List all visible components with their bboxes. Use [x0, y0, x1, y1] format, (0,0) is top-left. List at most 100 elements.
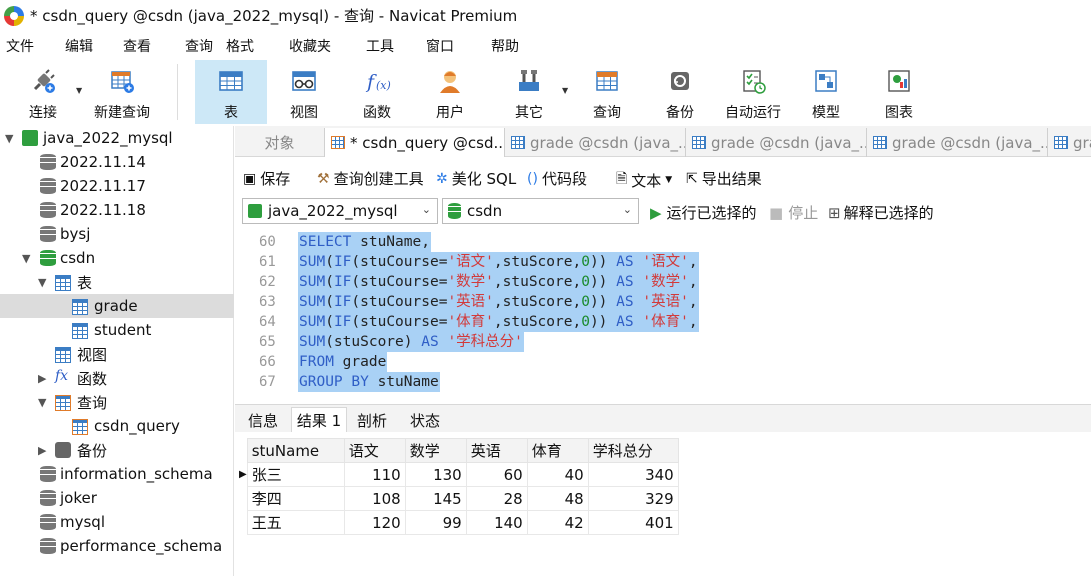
tree-item-db[interactable]: joker — [0, 486, 234, 510]
database-select[interactable]: csdn ⌄ — [442, 198, 639, 224]
tree-item-db[interactable]: 2022.11.14 — [0, 150, 234, 174]
menu-tools[interactable]: 工具 — [366, 36, 394, 56]
save-button[interactable]: ▣ 保存 — [243, 168, 290, 189]
table-cell[interactable]: 340 — [587, 462, 679, 487]
column-header[interactable]: 数学 — [404, 438, 467, 463]
export-result-button[interactable]: ⇱ 导出结果 — [686, 168, 762, 189]
other-button[interactable]: 其它 — [497, 60, 561, 124]
chevron-right-icon[interactable]: ▶ — [38, 444, 46, 457]
table-cell[interactable]: 145 — [404, 486, 467, 511]
menu-favorites[interactable]: 收藏夹 — [289, 36, 331, 56]
backup-button[interactable]: 备份 — [650, 60, 710, 124]
table-row[interactable]: 李四 108 145 28 48 329 — [239, 486, 679, 511]
chevron-down-icon[interactable]: ▼ — [5, 132, 13, 145]
menu-format[interactable]: 格式 — [226, 36, 254, 56]
tab-grade-2[interactable]: grade @csdn (java_... — [686, 128, 867, 157]
table-cell[interactable]: 108 — [343, 486, 406, 511]
tree-item-table-grade[interactable]: grade — [0, 294, 234, 318]
table-button[interactable]: 表 — [195, 60, 267, 124]
table-cell[interactable]: 99 — [404, 510, 467, 535]
chevron-down-icon[interactable]: ▼ — [22, 252, 30, 265]
table-cell[interactable]: 王五 — [246, 510, 345, 535]
tree-item-db-csdn[interactable]: ▼ csdn — [0, 246, 234, 270]
tree-item-db[interactable]: 2022.11.17 — [0, 174, 234, 198]
menu-query[interactable]: 查询 — [185, 36, 213, 56]
table-cell[interactable]: 48 — [526, 486, 589, 511]
connect-button[interactable]: 连接 — [14, 60, 72, 124]
table-cell[interactable]: 401 — [587, 510, 679, 535]
table-cell[interactable]: 42 — [526, 510, 589, 535]
tree-item-tables[interactable]: ▼ 表 — [0, 270, 234, 294]
chevron-down-icon[interactable]: ▼ — [38, 396, 46, 409]
menu-help[interactable]: 帮助 — [491, 36, 519, 56]
model-button[interactable]: 模型 — [797, 60, 855, 124]
menu-file[interactable]: 文件 — [6, 36, 34, 56]
tree-item-table-student[interactable]: student — [0, 318, 234, 342]
menu-view[interactable]: 查看 — [123, 36, 151, 56]
column-header[interactable]: 体育 — [526, 438, 589, 463]
column-header[interactable]: stuName — [246, 438, 345, 463]
beautify-sql-button[interactable]: ✲ 美化 SQL — [436, 168, 516, 189]
tree-item-db[interactable]: bysj — [0, 222, 234, 246]
tree-item-db[interactable]: 2022.11.18 — [0, 198, 234, 222]
tab-csdn-query[interactable]: * csdn_query @csd... — [325, 128, 505, 157]
tab-grade-3[interactable]: grade @csdn (java_... — [867, 128, 1048, 157]
query-builder-label: 查询创建工具 — [333, 170, 424, 188]
table-row[interactable]: 王五 120 99 140 42 401 — [239, 510, 679, 535]
connection-select[interactable]: java_2022_mysql ⌄ — [242, 198, 438, 224]
tab-grade-4[interactable]: gra — [1048, 128, 1091, 157]
code-snippet-button[interactable]: () 代码段 — [527, 168, 587, 189]
chart-button[interactable]: 图表 — [870, 60, 928, 124]
sql-editor[interactable]: 60 SELECT stuName, 61 SUM(IF(stuCourse='… — [235, 232, 1091, 402]
beautify-sql-label: 美化 SQL — [451, 170, 517, 188]
function-button[interactable]: f (x) 函数 — [345, 60, 409, 124]
tree-item-views[interactable]: 视图 — [0, 342, 234, 366]
tree-item-db[interactable]: performance_schema — [0, 534, 234, 558]
view-button[interactable]: 视图 — [272, 60, 336, 124]
other-dropdown-icon[interactable]: ▼ — [562, 86, 568, 95]
table-cell[interactable]: 120 — [343, 510, 406, 535]
automation-button[interactable]: 自动运行 — [720, 60, 786, 124]
connect-dropdown-icon[interactable]: ▼ — [76, 86, 82, 95]
text-button[interactable]: 🗎 文本 ▼ — [616, 168, 672, 192]
tree-item-query-csdn[interactable]: csdn_query — [0, 414, 234, 438]
explain-selected-button[interactable]: ⊞ 解释已选择的 — [828, 202, 934, 223]
stop-button[interactable]: ■ 停止 — [769, 202, 818, 223]
tab-objects[interactable]: 对象 — [235, 128, 325, 157]
tree-item-functions[interactable]: ▶ fx 函数 — [0, 366, 234, 390]
query-builder-button[interactable]: ⚒ 查询创建工具 — [317, 168, 424, 189]
table-cell[interactable]: 李四 — [246, 486, 345, 511]
table-cell[interactable]: 60 — [465, 462, 528, 487]
menu-window[interactable]: 窗口 — [426, 36, 454, 56]
query-button[interactable]: 查询 — [576, 60, 638, 124]
table-icon — [72, 323, 88, 339]
tree-item-db[interactable]: information_schema — [0, 462, 234, 486]
tab-profile[interactable]: 剖析 — [347, 407, 397, 433]
tab-result-1[interactable]: 结果 1 — [291, 407, 347, 433]
table-cell[interactable]: 40 — [526, 462, 589, 487]
tab-status[interactable]: 状态 — [400, 407, 450, 433]
new-query-button[interactable]: 新建查询 — [88, 60, 156, 124]
tab-info[interactable]: 信息 — [238, 407, 288, 433]
tree-item-queries[interactable]: ▼ 查询 — [0, 390, 234, 414]
chevron-right-icon[interactable]: ▶ — [38, 372, 46, 385]
table-cell[interactable]: 130 — [404, 462, 467, 487]
tab-grade-1[interactable]: grade @csdn (java_... — [505, 128, 686, 157]
table-cell[interactable]: 140 — [465, 510, 528, 535]
tree-item-backups[interactable]: ▶ 备份 — [0, 438, 234, 462]
table-cell[interactable]: 329 — [587, 486, 679, 511]
table-row[interactable]: ▶ 张三 110 130 60 40 340 — [239, 462, 679, 487]
table-cell[interactable]: 28 — [465, 486, 528, 511]
user-button[interactable]: 用户 — [418, 60, 482, 124]
tree-item-connection[interactable]: ▼ java_2022_mysql — [0, 126, 234, 150]
menu-edit[interactable]: 编辑 — [65, 36, 93, 56]
column-header[interactable]: 英语 — [465, 438, 528, 463]
column-header[interactable]: 学科总分 — [587, 438, 679, 463]
table-cell[interactable]: 张三 — [246, 462, 345, 487]
code-text: SUM(IF(stuCourse='语文',stuScore,0)) AS '语… — [298, 252, 699, 272]
column-header[interactable]: 语文 — [343, 438, 406, 463]
table-cell[interactable]: 110 — [343, 462, 406, 487]
run-selected-button[interactable]: ▶ 运行已选择的 — [650, 202, 757, 223]
chevron-down-icon[interactable]: ▼ — [38, 276, 46, 289]
tree-item-db[interactable]: mysql — [0, 510, 234, 534]
